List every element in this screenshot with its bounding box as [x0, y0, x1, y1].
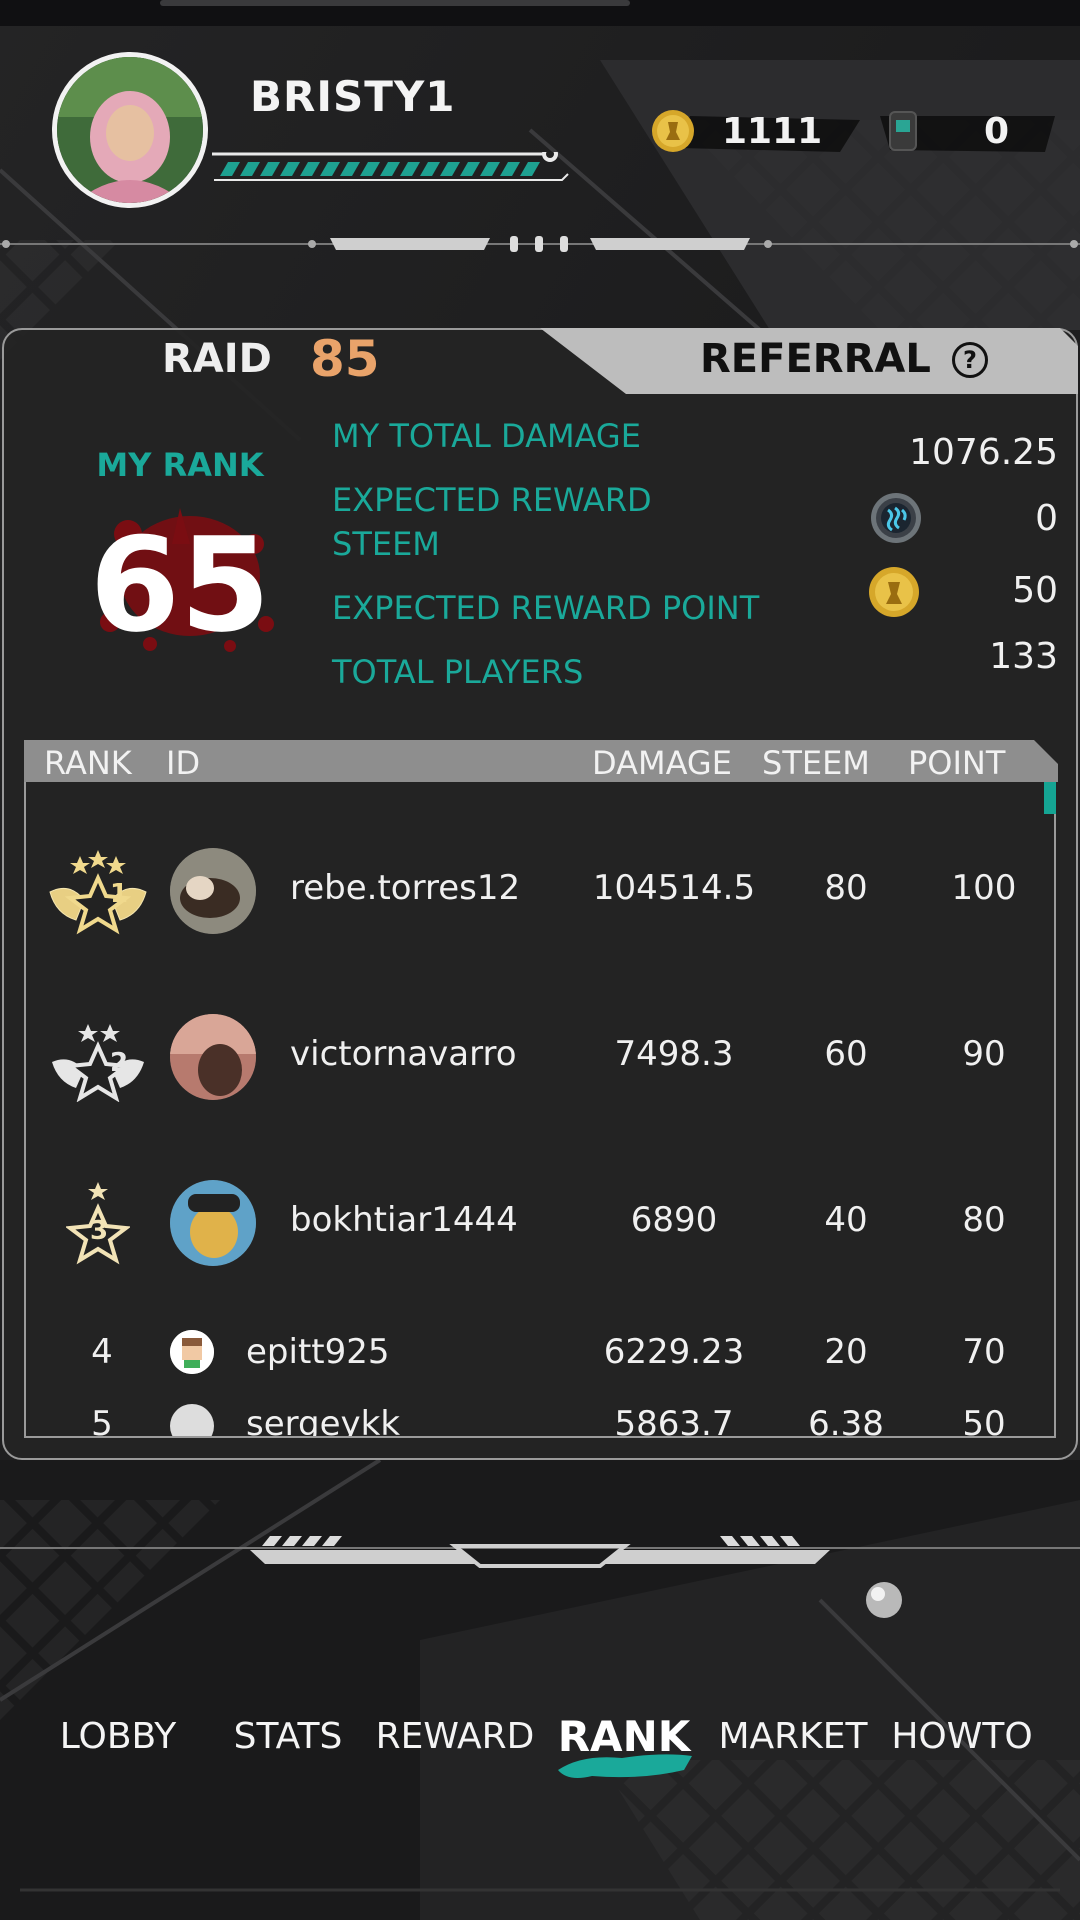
nav-howto[interactable]: HOWTO: [882, 1716, 1042, 1757]
ticket-icon: [889, 111, 917, 151]
table-scrollbar[interactable]: [1044, 782, 1056, 814]
rank-number: 3: [90, 1216, 109, 1246]
user-id: rebe.torres12: [290, 868, 521, 908]
stat-reward-steem-value: 0: [1035, 498, 1058, 539]
ticket-count: 0: [984, 110, 1010, 152]
steem-icon: [871, 493, 921, 543]
stat-total-damage-value: 1076.25: [909, 432, 1058, 473]
xp-progress-bar: [212, 152, 569, 181]
user-avatar: [170, 1330, 214, 1374]
profile-avatar[interactable]: [52, 52, 208, 208]
nav-market[interactable]: MARKET: [712, 1716, 874, 1757]
user-avatar: [170, 1014, 256, 1100]
user-id: victornavarro: [290, 1034, 517, 1074]
stat-reward-steem-label-line1: EXPECTED REWARD: [332, 481, 652, 519]
stat-reward-steem-label: EXPECTED REWARD STEEM: [332, 478, 652, 566]
user-id: epitt925: [246, 1332, 390, 1372]
steem-value: 80: [824, 868, 868, 908]
coin-count: 1111: [722, 110, 823, 152]
username: BRISTY1: [250, 72, 456, 121]
user-id: sergeykk: [246, 1404, 401, 1438]
table-row[interactable]: 5 sergeykk 5863.7 6.38 50: [26, 1404, 1054, 1438]
col-header-damage: DAMAGE: [592, 744, 732, 782]
steem-value: 20: [824, 1332, 868, 1372]
tab-referral[interactable]: REFERRAL: [700, 336, 931, 382]
point-value: 50: [962, 1404, 1006, 1438]
my-rank-value: 65: [90, 509, 271, 654]
point-value: 70: [962, 1332, 1006, 1372]
rank-number: 1: [110, 879, 129, 909]
stat-total-damage-label: MY TOTAL DAMAGE: [332, 417, 641, 455]
my-rank-badge: 65: [90, 508, 274, 654]
nav-reward[interactable]: REWARD: [374, 1716, 536, 1757]
point-value: 90: [962, 1034, 1006, 1074]
steem-value: 40: [824, 1200, 868, 1240]
coin-icon: [652, 110, 694, 152]
table-row[interactable]: 4 epitt925 6229.23 20 70: [26, 1312, 1054, 1392]
coin-balance: 1111: [650, 108, 860, 154]
damage-value: 6890: [630, 1200, 718, 1240]
help-icon[interactable]: ?: [952, 342, 988, 378]
rank-number: 2: [110, 1048, 129, 1078]
point-value: 80: [962, 1200, 1006, 1240]
stat-total-players-value: 133: [989, 636, 1058, 677]
col-header-steem: STEEM: [762, 744, 870, 782]
tab-raid[interactable]: RAID: [162, 336, 272, 382]
user-id: bokhtiar1444: [290, 1200, 518, 1240]
nav-stats[interactable]: STATS: [208, 1716, 368, 1757]
avatar-photo: [57, 57, 203, 203]
damage-value: 6229.23: [603, 1332, 745, 1372]
table-row[interactable]: 2 victornavarro 7498.3 60 90: [26, 996, 1054, 1116]
col-header-id: ID: [166, 744, 201, 782]
rank-number: 4: [91, 1332, 113, 1372]
silver-rank-badge-icon: [52, 1024, 144, 1102]
my-rank-label: MY RANK: [96, 446, 264, 484]
damage-value: 5863.7: [614, 1404, 734, 1438]
steem-value: 6.38: [808, 1404, 884, 1438]
col-header-point: POINT: [908, 744, 1006, 782]
stat-reward-point-value: 50: [1012, 570, 1058, 611]
stat-reward-steem-label-line2: STEEM: [332, 525, 440, 563]
raid-number: 85: [310, 330, 380, 388]
table-row[interactable]: 1 rebe.torres12 104514.5 80 100: [26, 830, 1054, 950]
rank-number: 5: [91, 1404, 113, 1438]
steem-value: 60: [824, 1034, 868, 1074]
table-row[interactable]: 3 bokhtiar1444 6890 40 80: [26, 1162, 1054, 1282]
nav-lobby[interactable]: LOBBY: [38, 1716, 198, 1757]
stat-total-players-label: TOTAL PLAYERS: [332, 653, 584, 691]
point-value: 100: [951, 868, 1017, 908]
ranking-table[interactable]: 1 rebe.torres12 104514.5 80 100 2 victor…: [24, 782, 1056, 1438]
col-header-rank: RANK: [44, 744, 132, 782]
stat-reward-point-label: EXPECTED REWARD POINT: [332, 589, 760, 627]
coin-icon: [869, 567, 919, 617]
active-tab-highlight: [558, 1754, 692, 1778]
user-avatar: [170, 1180, 256, 1266]
user-avatar: [170, 848, 256, 934]
ticket-balance: 0: [880, 108, 1055, 154]
user-avatar: [170, 1404, 214, 1436]
damage-value: 7498.3: [614, 1034, 734, 1074]
gold-rank-badge-icon: [49, 850, 147, 935]
damage-value: 104514.5: [592, 868, 756, 908]
